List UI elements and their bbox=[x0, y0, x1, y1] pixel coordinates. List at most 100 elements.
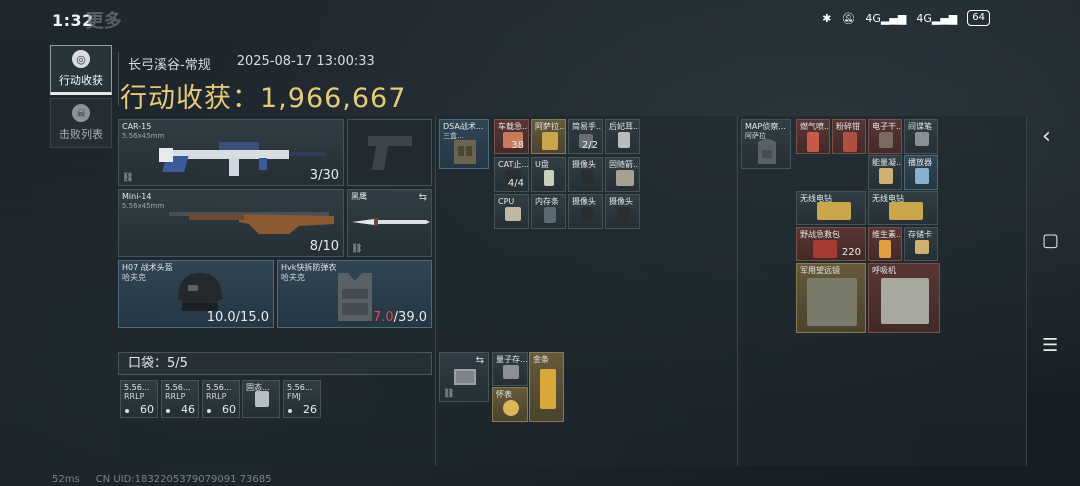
item-name: 野战急救包 bbox=[800, 230, 840, 239]
backpack-item[interactable]: 军用望远镜 bbox=[796, 263, 866, 333]
backpack-item[interactable]: 无线电钻 bbox=[868, 191, 938, 225]
helmet-slot[interactable]: H07 战术头盔 哈夫克 10.0/15.0 bbox=[118, 260, 274, 328]
pocket-item[interactable]: 5.56... RRLP 60 bbox=[202, 380, 240, 418]
backpack-item[interactable]: 电子干... bbox=[868, 119, 902, 154]
recents-button[interactable]: ☰ bbox=[1042, 335, 1058, 356]
item-name: 能量凝... bbox=[872, 158, 902, 167]
backpack-item[interactable]: 间谍笔 bbox=[904, 119, 938, 154]
item-count: 220 bbox=[841, 247, 861, 258]
helmet-name: H07 战术头盔 bbox=[122, 263, 173, 272]
item-icon bbox=[581, 170, 593, 184]
item-name: 金条 bbox=[533, 355, 549, 364]
rig-item[interactable]: U盘 bbox=[531, 157, 566, 192]
mute-icon: 🔕︎ bbox=[841, 11, 856, 25]
rig-item[interactable]: 后妃耳... bbox=[605, 119, 640, 154]
status-icons: ✱ 🔕︎ 4G▂▄▆ 4G▂▄▆ 64 bbox=[822, 10, 990, 26]
backpack-slot[interactable]: MAP侦察... 阿萨拉 bbox=[741, 119, 791, 169]
backpack-item[interactable]: 维生素... bbox=[868, 227, 902, 261]
backpack-item[interactable]: 能量凝... bbox=[868, 155, 902, 190]
rig-item[interactable]: 摄像头 bbox=[568, 157, 603, 192]
backpack-item[interactable]: 呼吸机 bbox=[868, 263, 940, 333]
harvest-value: 1,966,667 bbox=[260, 83, 407, 114]
knife-icon bbox=[352, 218, 430, 226]
item-name: CAT止... bbox=[498, 160, 529, 169]
rig-item[interactable]: 简易手... 2/2 bbox=[568, 119, 603, 154]
signal-icon-2: 4G▂▄▆ bbox=[916, 11, 958, 25]
item-sub: RRLP bbox=[206, 392, 227, 401]
item-name: 间谍笔 bbox=[908, 122, 932, 131]
bluetooth-icon: ✱ bbox=[822, 11, 832, 25]
item-count: 46 bbox=[181, 403, 195, 416]
item-icon bbox=[581, 207, 593, 221]
secure-case-slot[interactable]: ⇆ ⛓ bbox=[439, 352, 489, 402]
tab-action-harvest[interactable]: ◎ 行动收获 bbox=[50, 45, 112, 95]
rig-item[interactable]: 摄像头 bbox=[568, 194, 603, 229]
item-name: CPU bbox=[498, 197, 515, 206]
item-name: 摄像头 bbox=[572, 160, 596, 169]
item-name: 车载急... bbox=[498, 122, 529, 131]
item-name: 摄像头 bbox=[609, 197, 633, 206]
rig-item[interactable]: 内存条 bbox=[531, 194, 566, 229]
item-icon bbox=[915, 168, 929, 184]
tab-kill-list[interactable]: ☠ 击败列表 bbox=[50, 98, 112, 148]
rig-item[interactable]: 车载急... 38 bbox=[494, 119, 529, 154]
weapon-caliber: 5.56x45mm bbox=[122, 132, 165, 140]
item-icon bbox=[879, 168, 893, 184]
item-name: 维生素... bbox=[872, 230, 902, 239]
item-icon bbox=[807, 278, 857, 326]
item-icon bbox=[879, 240, 891, 258]
rig-item[interactable]: 阿萨拉... bbox=[531, 119, 566, 154]
item-icon bbox=[618, 132, 630, 148]
weapon-name: Mini-14 bbox=[122, 192, 152, 201]
backpack-item[interactable]: 野战急救包 220 bbox=[796, 227, 866, 261]
item-icon bbox=[505, 207, 521, 221]
pocket-item[interactable]: 5.56... RRLP 46 bbox=[161, 380, 199, 418]
backpack-item[interactable]: 粉碎钳 bbox=[832, 119, 866, 154]
item-icon bbox=[915, 132, 929, 146]
backpack-item[interactable]: 存储卡 bbox=[904, 227, 938, 261]
ammo-dot-icon bbox=[207, 409, 211, 413]
item-icon bbox=[618, 207, 630, 221]
case-item[interactable]: 量子存... bbox=[492, 352, 528, 386]
chest-rig-slot[interactable]: DSA战术... 三盒... bbox=[439, 119, 489, 169]
rig-item[interactable]: CPU bbox=[494, 194, 529, 229]
pocket-item[interactable]: 固态... bbox=[242, 380, 280, 418]
item-icon bbox=[544, 170, 554, 186]
item-name: 怀表 bbox=[496, 390, 512, 399]
item-icon bbox=[807, 132, 819, 152]
weapon-slot-secondary[interactable]: Mini-14 5.56x45mm 8/10 bbox=[118, 189, 344, 257]
item-name: 内存条 bbox=[535, 197, 559, 206]
item-icon bbox=[616, 170, 634, 186]
pocket-item[interactable]: 5.56... RRLP 60 bbox=[120, 380, 158, 418]
rig-icon bbox=[454, 140, 476, 164]
backpack-item[interactable]: 燃气喷... bbox=[796, 119, 830, 154]
skull-icon: ☠ bbox=[72, 104, 90, 122]
match-info: 长弓溪谷-常规 2025-08-17 13:00:33 bbox=[128, 54, 375, 73]
item-name: 量子存... bbox=[496, 355, 528, 364]
header-divider bbox=[118, 52, 119, 106]
rig-item[interactable]: 摄像头 bbox=[605, 194, 640, 229]
item-name: 后妃耳... bbox=[609, 122, 640, 131]
melee-slot[interactable]: 黑鹰 ⇆ ⛓ bbox=[347, 189, 432, 257]
signal-icon-1: 4G▂▄▆ bbox=[865, 11, 907, 25]
pistol-slot[interactable] bbox=[347, 119, 432, 186]
case-item[interactable]: 金条 bbox=[529, 352, 564, 422]
back-button[interactable]: ‹ bbox=[1042, 124, 1051, 149]
rig-item[interactable]: 固随箭... bbox=[605, 157, 640, 192]
item-count: 60 bbox=[140, 403, 154, 416]
home-button[interactable]: ▢ bbox=[1042, 230, 1059, 251]
battery-icon: 64 bbox=[967, 10, 990, 26]
weapon-slot-primary[interactable]: CAR-15 5.56x45mm ⛓ 3/30 bbox=[118, 119, 344, 186]
ghost-more-text: 更多 bbox=[85, 11, 122, 32]
backpack-item[interactable]: 无线电钻 bbox=[796, 191, 866, 225]
divider bbox=[1026, 116, 1027, 466]
item-count: 2/2 bbox=[581, 140, 598, 151]
pocket-item[interactable]: 5.56... FMJ 26 bbox=[283, 380, 321, 418]
backpack-item[interactable]: 播放器 bbox=[904, 155, 938, 190]
item-name: 电子干... bbox=[872, 122, 902, 131]
rig-item[interactable]: CAT止... 4/4 bbox=[494, 157, 529, 192]
armor-slot[interactable]: Hvk快拆防弹衣 哈夫克 7.0/39.0 bbox=[277, 260, 432, 328]
item-count: 26 bbox=[303, 403, 317, 416]
case-item[interactable]: 怀表 bbox=[492, 387, 528, 422]
footer: 52ms CN UID:1832205379079091 73685 bbox=[52, 474, 271, 485]
